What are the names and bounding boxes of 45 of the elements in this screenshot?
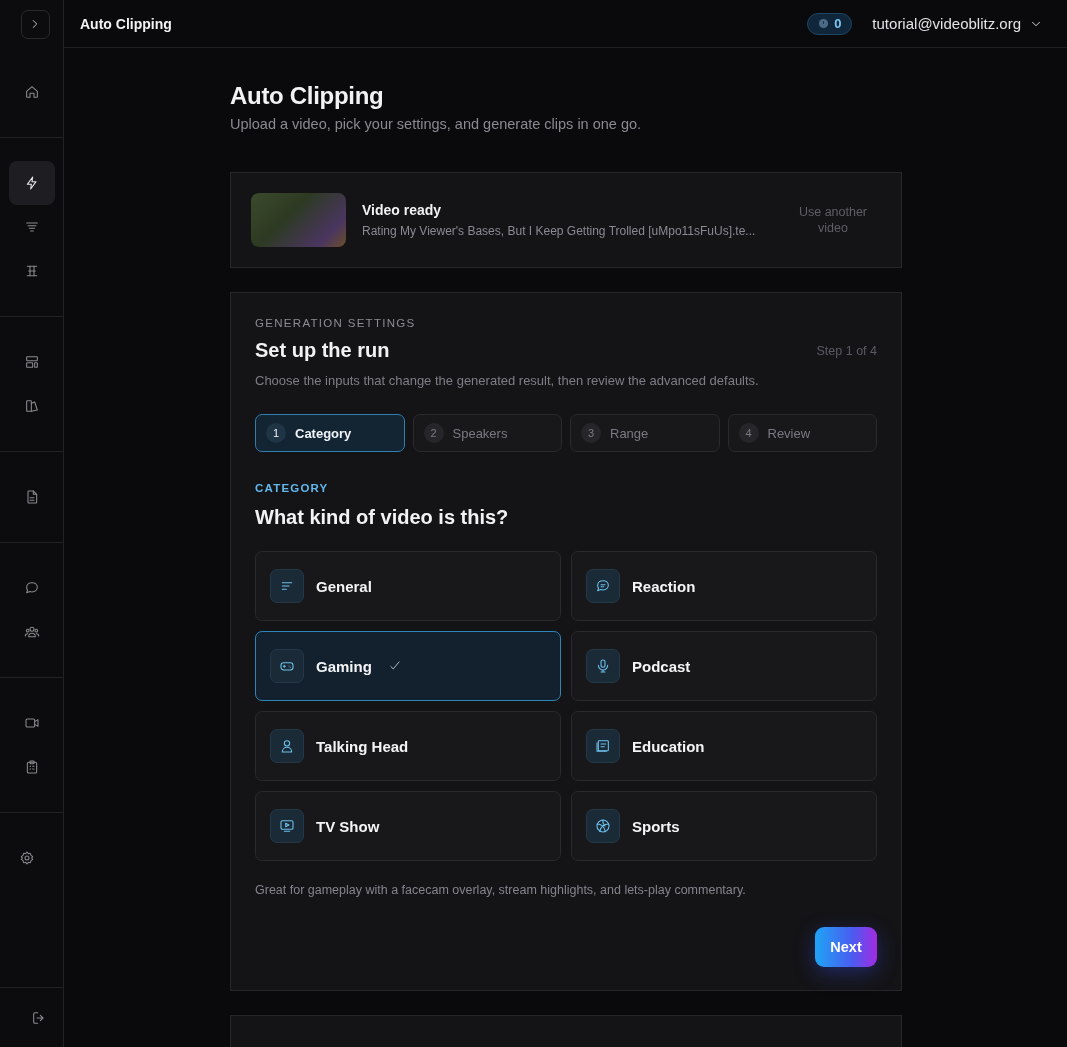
category-option[interactable]: Podcast <box>571 631 877 701</box>
microphone-icon <box>595 658 611 674</box>
settings-description: Choose the inputs that change the generated result, then review the advanced defaults. <box>255 373 760 388</box>
settings-icon <box>18 850 35 866</box>
lines-icon <box>23 219 40 235</box>
person-icon <box>279 738 295 754</box>
check-icon <box>387 659 402 673</box>
ball-icon <box>595 818 611 834</box>
section-eyebrow: GENERATION SETTINGS <box>255 317 417 329</box>
step-tab[interactable]: 2 Speakers <box>412 414 562 452</box>
account-menu[interactable]: tutorial@videoblitz.org <box>872 15 1043 32</box>
book-icon <box>595 738 611 754</box>
settings-title: Set up the run <box>255 339 390 362</box>
swatch-icon <box>23 398 40 414</box>
video-camera-icon <box>23 715 40 731</box>
expand-sidebar-button[interactable] <box>20 9 50 39</box>
home-icon <box>23 84 40 100</box>
chat-bubble-icon <box>23 580 40 596</box>
category-option[interactable]: Talking Head <box>255 711 561 781</box>
category-hint: Great for gameplay with a facecam overlay, stream highlights, and lets-play commentary. <box>255 883 747 897</box>
step-tab[interactable]: 1 Category <box>255 414 405 452</box>
category-question: What kind of video is this? <box>255 506 510 529</box>
nav-item[interactable] <box>8 161 55 205</box>
category-option[interactable]: Gaming <box>255 631 561 701</box>
clock-icon <box>818 18 830 29</box>
page-subtitle: Upload a video, pick your settings, and generate clips in one go. <box>230 116 643 132</box>
file-name: Rating My Viewer's Bases, But I Keep Getting Trolled [uMpo11sFuUs].te... <box>362 224 757 238</box>
category-label: CATEGORY <box>255 482 330 494</box>
page-title: Auto Clipping <box>80 15 172 32</box>
upload-status: Video ready <box>362 202 443 218</box>
chat-bubble-icon <box>595 578 611 594</box>
credits-badge: 0 <box>807 12 853 35</box>
layout-icon <box>23 354 40 370</box>
next-button[interactable]: Next <box>815 927 877 967</box>
step-tab[interactable]: 4 Review <box>727 414 877 452</box>
step-counter: Step 1 of 4 <box>816 343 877 358</box>
page-heading: Auto Clipping <box>230 82 385 110</box>
category-option[interactable]: Sports <box>571 791 877 861</box>
category-option[interactable]: TV Show <box>255 791 561 861</box>
category-option[interactable]: Education <box>571 711 877 781</box>
tv-icon <box>279 818 295 834</box>
category-option[interactable]: General <box>255 551 561 621</box>
category-option[interactable]: Reaction <box>571 551 877 621</box>
users-icon <box>23 624 40 640</box>
step-tab[interactable]: 3 Range <box>570 414 720 452</box>
